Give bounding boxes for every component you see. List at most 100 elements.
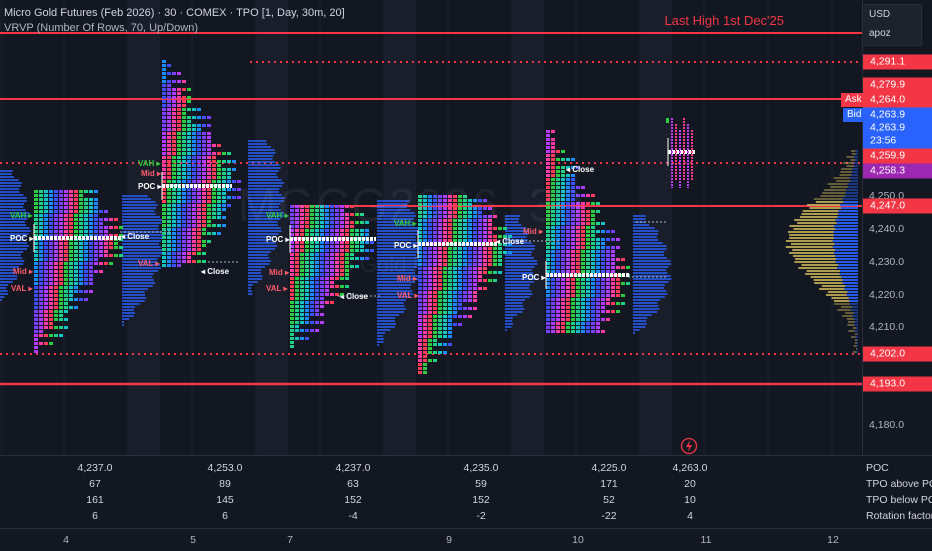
tpo-block bbox=[611, 262, 615, 265]
chart-title[interactable]: Micro Gold Futures (Feb 2026) · 30 · COM… bbox=[4, 6, 345, 20]
tpo-block bbox=[54, 326, 58, 329]
volume-bar bbox=[505, 314, 518, 316]
tpo-block bbox=[212, 212, 216, 215]
vrvp-bar bbox=[851, 336, 856, 338]
volume-bar bbox=[0, 170, 13, 172]
tpo-block bbox=[167, 176, 171, 179]
tpo-block bbox=[290, 333, 294, 336]
price-axis[interactable]: 4,250.0 4,240.0 4,230.0 4,220.0 4,210.0 … bbox=[862, 0, 932, 455]
tpo-block bbox=[556, 298, 560, 301]
tpo-block bbox=[202, 228, 206, 231]
tpo-block bbox=[49, 218, 53, 221]
time-axis[interactable]: 4 5 7 9 10 11 12 bbox=[0, 528, 932, 551]
tpo-block bbox=[64, 298, 68, 301]
currency-value[interactable]: USD bbox=[863, 5, 921, 24]
tpo-block bbox=[44, 294, 48, 297]
tpo-block bbox=[74, 262, 78, 265]
tpo-block bbox=[546, 262, 550, 265]
unit-value[interactable]: apoz bbox=[863, 24, 921, 43]
tpo-block bbox=[217, 152, 221, 155]
tpo-block bbox=[212, 156, 216, 159]
tpo-block bbox=[54, 278, 58, 281]
tpo-block bbox=[162, 104, 166, 107]
tpo-block bbox=[423, 283, 427, 286]
tpo-block bbox=[551, 258, 555, 261]
tpo-block bbox=[290, 257, 294, 260]
tpo-block bbox=[498, 251, 502, 254]
tpo-block bbox=[84, 206, 88, 209]
tpo-block bbox=[172, 100, 176, 103]
vrvp-bar bbox=[790, 243, 835, 245]
tpo-block bbox=[202, 148, 206, 151]
volume-bar bbox=[0, 176, 15, 178]
tpo-block bbox=[423, 303, 427, 306]
tpo-block bbox=[39, 218, 43, 221]
tpo-block bbox=[463, 239, 467, 242]
tpo-block bbox=[443, 327, 447, 330]
tpo-block bbox=[561, 306, 565, 309]
price-label-4259: 4,259.9 bbox=[863, 148, 932, 164]
tpo-block bbox=[187, 188, 191, 191]
tpo-block bbox=[222, 192, 226, 195]
indicator-legend[interactable]: VRVP (Number Of Rows, 70, Up/Down) bbox=[4, 20, 345, 36]
tpo-block bbox=[109, 218, 113, 221]
tpo-block bbox=[586, 234, 590, 237]
tpo-block bbox=[217, 204, 221, 207]
tpo-block bbox=[458, 239, 462, 242]
tpo-block bbox=[596, 246, 600, 249]
tpo-block bbox=[34, 318, 38, 321]
volume-bar bbox=[248, 281, 258, 283]
tpo-block bbox=[443, 307, 447, 310]
tpo-block bbox=[556, 174, 560, 177]
volume-bar bbox=[505, 299, 526, 301]
volume-bar bbox=[633, 269, 667, 271]
tpo-block bbox=[187, 228, 191, 231]
volume-bar bbox=[633, 224, 650, 226]
tpo-block bbox=[162, 88, 166, 91]
tpo-block bbox=[551, 170, 555, 173]
tpo-block bbox=[453, 307, 457, 310]
vrvp-bar bbox=[794, 219, 836, 221]
tpo-block bbox=[69, 250, 73, 253]
tpo-block bbox=[290, 309, 294, 312]
tpo-block bbox=[89, 230, 93, 233]
tpo-block bbox=[438, 327, 442, 330]
tpo-block bbox=[64, 222, 68, 225]
vrvp-bar bbox=[854, 318, 858, 320]
tpo-block bbox=[69, 270, 73, 273]
chart-area[interactable]: VAH ▸ Mid ▸ POC ▸ VAL ▸ VAH ▸ POC ▸ Mid ▸ VAL ▸… bbox=[0, 0, 862, 455]
tpo-block bbox=[493, 263, 497, 266]
tpo-block bbox=[39, 306, 43, 309]
tpo-block bbox=[167, 264, 171, 267]
tpo-block bbox=[561, 174, 565, 177]
tpo-block bbox=[310, 301, 314, 304]
tpo-block bbox=[172, 256, 176, 259]
volume-bar bbox=[122, 300, 145, 302]
tpo-block bbox=[59, 250, 63, 253]
tpo-block bbox=[488, 235, 492, 238]
vrvp-bar bbox=[842, 198, 858, 200]
volume-bar bbox=[633, 215, 646, 217]
tpo-block bbox=[172, 260, 176, 263]
currency-unit-menu[interactable]: USD apoz bbox=[862, 4, 922, 46]
tpo-block bbox=[99, 218, 103, 221]
tpo-block bbox=[290, 281, 294, 284]
vrvp-bar bbox=[797, 222, 837, 224]
tpo-block bbox=[556, 170, 560, 173]
vrvp-bar bbox=[840, 270, 858, 272]
tpo-block bbox=[433, 323, 437, 326]
tpo-block bbox=[566, 254, 570, 257]
tpo-block bbox=[423, 343, 427, 346]
tpo-block bbox=[74, 282, 78, 285]
tpo-block bbox=[44, 342, 48, 345]
volume-bar bbox=[122, 270, 158, 272]
tpo-block bbox=[601, 250, 605, 253]
tpo-block bbox=[192, 108, 196, 111]
vrvp-bar bbox=[852, 327, 857, 329]
vrvp-bar bbox=[854, 321, 858, 323]
lightning-icon[interactable] bbox=[679, 436, 699, 456]
vrvp-bar bbox=[835, 255, 858, 257]
tpo-block bbox=[601, 246, 605, 249]
volume-bar bbox=[505, 296, 530, 298]
tpo-block bbox=[561, 234, 565, 237]
